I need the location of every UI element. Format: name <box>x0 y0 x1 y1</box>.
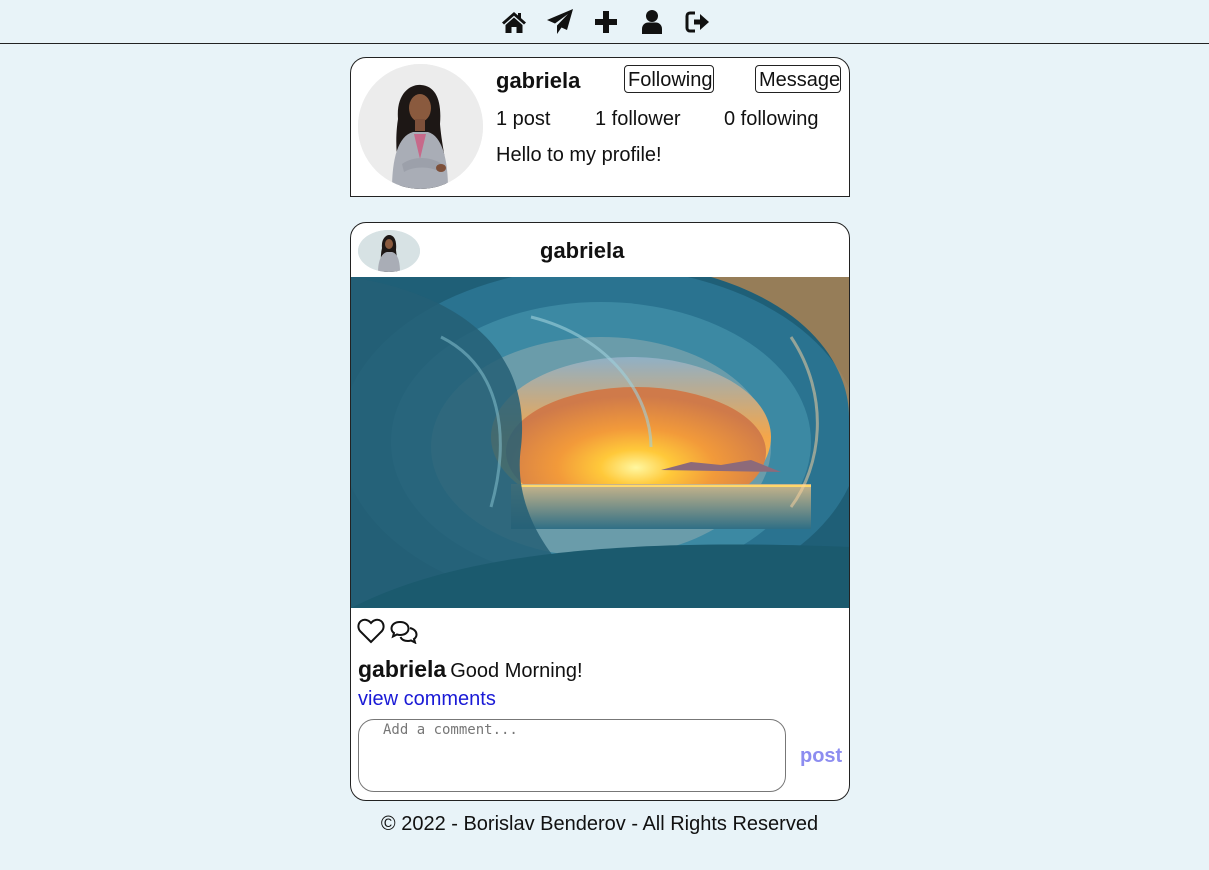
profile-bio: Hello to my profile! <box>496 144 662 166</box>
home-icon[interactable] <box>500 8 528 36</box>
footer-copyright: © 2022 - Borislav Benderov - All Rights … <box>380 813 819 835</box>
send-icon[interactable] <box>546 8 574 36</box>
caption-text: Good Morning! <box>450 660 583 682</box>
sign-out-icon[interactable] <box>684 8 712 36</box>
following-count[interactable]: 0 following <box>724 108 819 131</box>
view-comments-link[interactable]: view comments <box>358 688 496 711</box>
user-icon[interactable] <box>638 8 666 36</box>
follower-count[interactable]: 1 follower <box>595 108 681 131</box>
caption-username[interactable]: gabriela <box>358 656 446 682</box>
post-caption: gabriela Good Morning! <box>358 656 583 683</box>
post-card: gabriela gabriela Good Morning! view com… <box>350 222 850 801</box>
message-button[interactable]: Message <box>755 65 841 93</box>
profile-card: gabriela Following Message 1 post 1 foll… <box>350 57 850 197</box>
top-navigation <box>0 0 1209 44</box>
post-count: 1 post <box>496 108 551 130</box>
nav-icons <box>500 8 712 36</box>
post-image <box>351 277 849 608</box>
plus-icon[interactable] <box>592 8 620 36</box>
profile-avatar <box>358 64 483 189</box>
post-username[interactable]: gabriela <box>540 238 624 264</box>
profile-username: gabriela <box>496 68 581 93</box>
comments-icon[interactable] <box>390 620 418 649</box>
following-button[interactable]: Following <box>624 65 714 93</box>
heart-icon[interactable] <box>357 618 385 649</box>
comment-input[interactable] <box>358 719 786 792</box>
post-comment-button[interactable]: post <box>800 745 842 768</box>
post-author-avatar[interactable] <box>358 230 420 272</box>
